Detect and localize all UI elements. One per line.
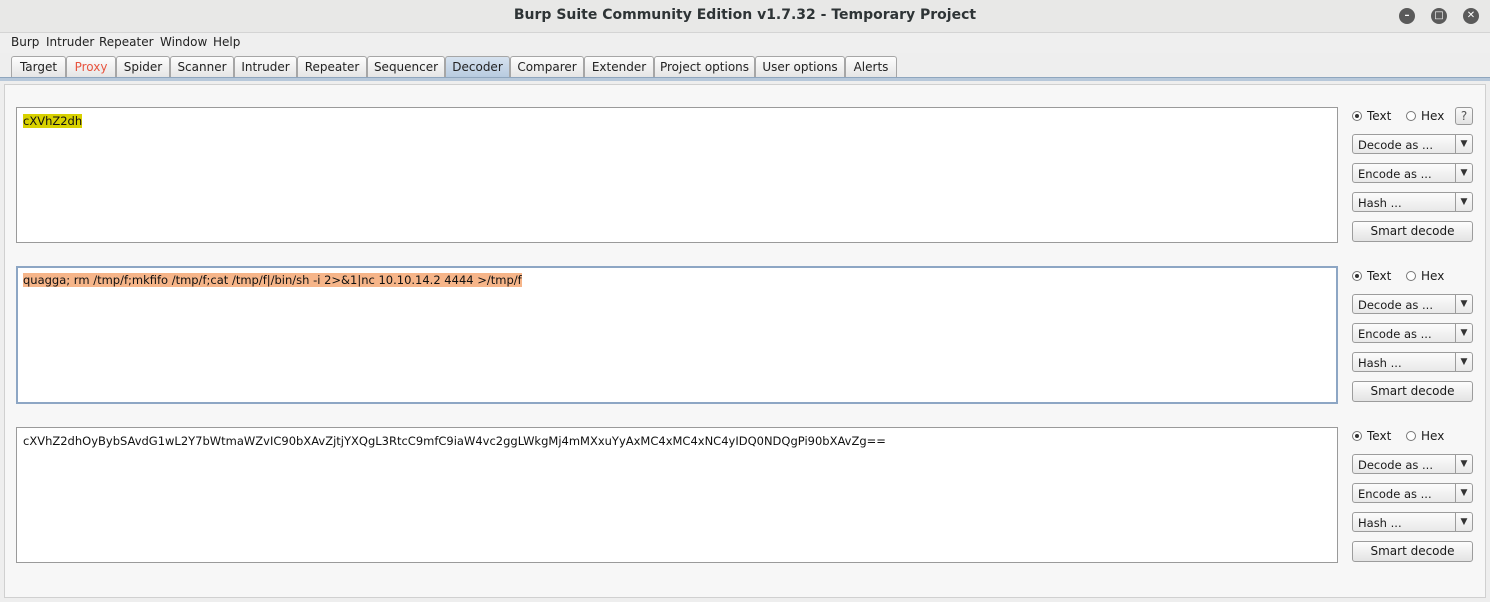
radio-selected-icon	[1352, 271, 1362, 281]
radio-hex-1[interactable]: Hex	[1406, 109, 1444, 123]
tab-extender[interactable]: Extender	[584, 56, 654, 77]
decoder-input-2[interactable]: quagga; rm /tmp/f;mkfifo /tmp/f;cat /tmp…	[16, 266, 1338, 404]
decoder-input-1[interactable]: cXVhZ2dh	[16, 107, 1338, 243]
hash-dropdown-2[interactable]: Hash ... ▼	[1352, 352, 1473, 372]
chevron-down-icon: ▼	[1455, 324, 1472, 342]
smart-decode-button-1[interactable]: Smart decode	[1352, 221, 1473, 242]
tab-sequencer[interactable]: Sequencer	[367, 56, 445, 77]
decode-as-dropdown-3[interactable]: Decode as ... ▼	[1352, 454, 1473, 474]
chevron-down-icon: ▼	[1455, 135, 1472, 153]
radio-empty-icon	[1406, 431, 1416, 441]
encode-as-dropdown-2[interactable]: Encode as ... ▼	[1352, 323, 1473, 343]
close-icon[interactable]: ✕	[1463, 8, 1479, 24]
title-bar: Burp Suite Community Edition v1.7.32 - T…	[0, 0, 1490, 33]
menu-intruder[interactable]: Intruder	[46, 35, 94, 49]
hash-dropdown-3[interactable]: Hash ... ▼	[1352, 512, 1473, 532]
menu-window[interactable]: Window	[160, 35, 207, 49]
tab-target[interactable]: Target	[11, 56, 66, 77]
help-button[interactable]: ?	[1455, 107, 1473, 125]
tab-intruder[interactable]: Intruder	[234, 56, 297, 77]
radio-selected-icon	[1352, 111, 1362, 121]
decoder-input-3[interactable]: cXVhZ2dhOyBybSAvdG1wL2Y7bWtmaWZvIC90bXAv…	[16, 427, 1338, 563]
tab-spider[interactable]: Spider	[116, 56, 170, 77]
tab-scanner[interactable]: Scanner	[170, 56, 234, 77]
chevron-down-icon: ▼	[1455, 484, 1472, 502]
tab-bar: Target Proxy Spider Scanner Intruder Rep…	[0, 54, 1490, 78]
tab-comparer[interactable]: Comparer	[510, 56, 584, 77]
encode-as-dropdown-3[interactable]: Encode as ... ▼	[1352, 483, 1473, 503]
radio-text-1[interactable]: Text	[1352, 109, 1391, 123]
chevron-down-icon: ▼	[1455, 164, 1472, 182]
tab-user-options[interactable]: User options	[755, 56, 845, 77]
decoder-text-3: cXVhZ2dhOyBybSAvdG1wL2Y7bWtmaWZvIC90bXAv…	[23, 434, 886, 448]
smart-decode-button-2[interactable]: Smart decode	[1352, 381, 1473, 402]
chevron-down-icon: ▼	[1455, 353, 1472, 371]
tab-proxy[interactable]: Proxy	[66, 56, 116, 77]
menu-bar: Burp Intruder Repeater Window Help	[0, 33, 1490, 53]
chevron-down-icon: ▼	[1455, 295, 1472, 313]
smart-decode-button-3[interactable]: Smart decode	[1352, 541, 1473, 562]
radio-hex-2[interactable]: Hex	[1406, 269, 1444, 283]
radio-text-3[interactable]: Text	[1352, 429, 1391, 443]
radio-text-2[interactable]: Text	[1352, 269, 1391, 283]
tab-decoder[interactable]: Decoder	[445, 56, 510, 77]
radio-empty-icon	[1406, 111, 1416, 121]
radio-empty-icon	[1406, 271, 1416, 281]
tab-underline	[0, 77, 1490, 81]
tab-repeater[interactable]: Repeater	[297, 56, 367, 77]
tab-alerts[interactable]: Alerts	[845, 56, 897, 77]
decoder-text-2: quagga; rm /tmp/f;mkfifo /tmp/f;cat /tmp…	[23, 273, 522, 287]
minimize-icon[interactable]: –	[1399, 8, 1415, 24]
menu-help[interactable]: Help	[213, 35, 240, 49]
encode-as-dropdown-1[interactable]: Encode as ... ▼	[1352, 163, 1473, 183]
decode-as-dropdown-1[interactable]: Decode as ... ▼	[1352, 134, 1473, 154]
window-title: Burp Suite Community Edition v1.7.32 - T…	[513, 7, 977, 23]
chevron-down-icon: ▼	[1455, 193, 1472, 211]
menu-repeater[interactable]: Repeater	[99, 35, 154, 49]
maximize-icon[interactable]: □	[1431, 8, 1447, 24]
menu-burp[interactable]: Burp	[11, 35, 39, 49]
decode-as-dropdown-2[interactable]: Decode as ... ▼	[1352, 294, 1473, 314]
radio-selected-icon	[1352, 431, 1362, 441]
chevron-down-icon: ▼	[1455, 455, 1472, 473]
hash-dropdown-1[interactable]: Hash ... ▼	[1352, 192, 1473, 212]
decoder-text-1: cXVhZ2dh	[23, 114, 83, 128]
chevron-down-icon: ▼	[1455, 513, 1472, 531]
tab-project-options[interactable]: Project options	[654, 56, 755, 77]
radio-hex-3[interactable]: Hex	[1406, 429, 1444, 443]
